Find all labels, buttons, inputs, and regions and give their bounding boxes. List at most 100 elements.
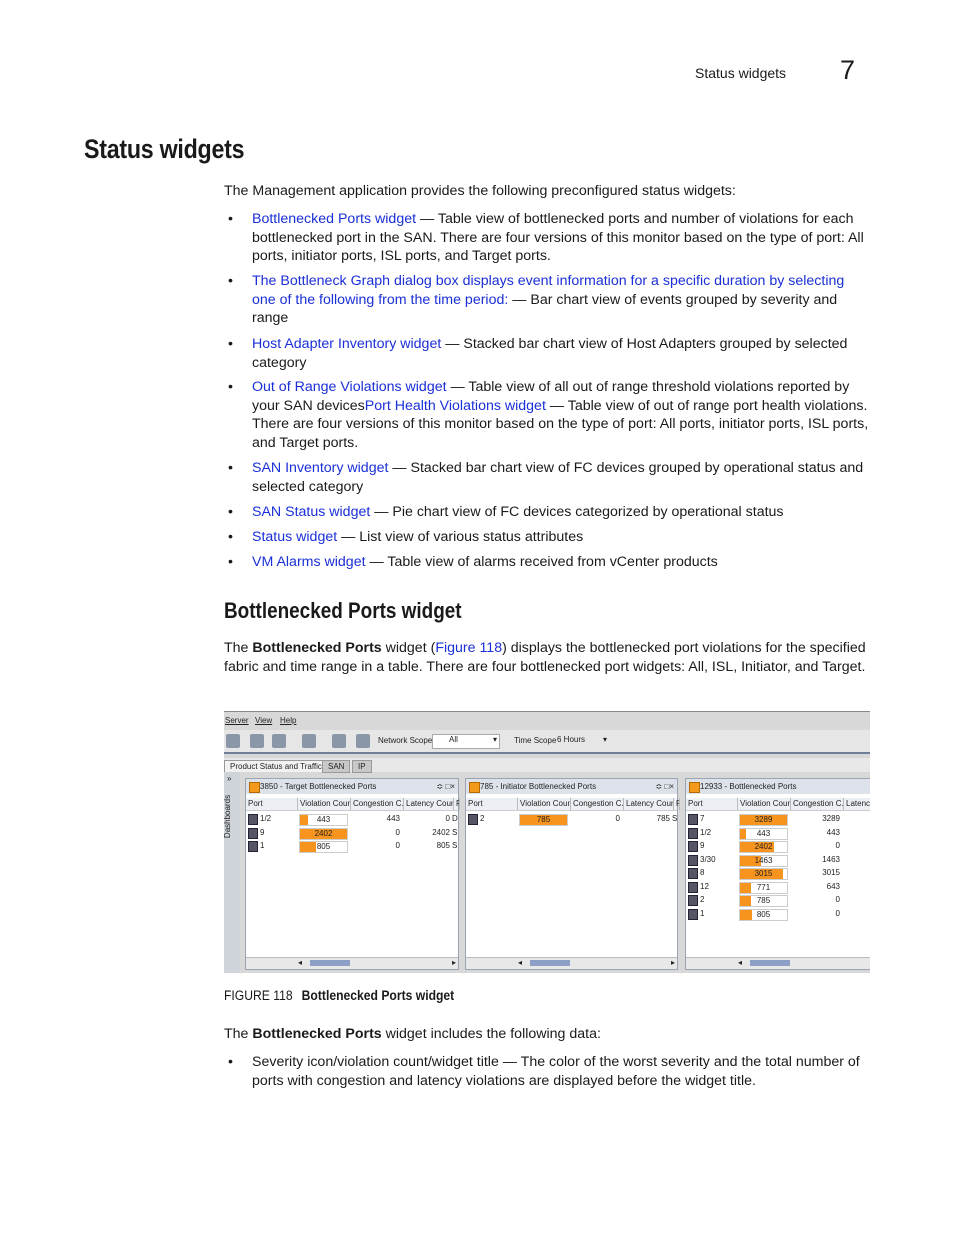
scroll-thumb[interactable] bbox=[530, 960, 570, 966]
port-cell: 1/2 bbox=[260, 814, 272, 823]
column-header[interactable]: Violation Count bbox=[298, 798, 351, 810]
scroll-right-icon[interactable]: ▸ bbox=[671, 958, 675, 967]
violation-bar: 805 bbox=[739, 908, 788, 921]
column-header[interactable]: Port bbox=[686, 798, 738, 810]
tab-1[interactable]: SAN bbox=[322, 760, 351, 773]
widget-link[interactable]: Host Adapter Inventory widget bbox=[252, 336, 441, 352]
table-row[interactable]: 2 785 0 785 S bbox=[466, 813, 677, 826]
violation-bar: 443 bbox=[739, 827, 788, 840]
table-row[interactable]: 2 785 0 bbox=[686, 894, 870, 907]
tab-bar: Product Status and Traffic SAN IP bbox=[224, 758, 870, 773]
latency-cell: 0 bbox=[445, 814, 450, 823]
tools-icon[interactable] bbox=[226, 734, 240, 748]
table-row[interactable]: 1 805 0 bbox=[686, 908, 870, 921]
table-row[interactable]: 8 3015 3015 bbox=[686, 867, 870, 880]
congestion-cell: 3015 bbox=[822, 868, 840, 877]
column-header[interactable]: Congestion C... bbox=[351, 798, 404, 810]
severity-icon bbox=[469, 782, 480, 793]
table-row[interactable]: 1/2 443 443 0 D bbox=[246, 813, 458, 826]
port-icon bbox=[688, 827, 698, 839]
widget-link[interactable]: Port Health Violations widget bbox=[365, 398, 546, 414]
column-header[interactable]: Latency C bbox=[844, 798, 870, 810]
port-cell: 3/30 bbox=[700, 854, 716, 864]
time-scope-select[interactable]: 6 Hours ▾ bbox=[556, 734, 610, 749]
copy-icon[interactable] bbox=[332, 734, 346, 748]
scroll-right-icon[interactable]: ▸ bbox=[452, 958, 456, 967]
widget-link[interactable]: Bottlenecked Ports widget bbox=[252, 211, 416, 227]
collapse-icon[interactable]: ≎ bbox=[656, 782, 663, 791]
horizontal-scrollbar[interactable]: ◂ ▸ bbox=[246, 957, 458, 969]
column-header[interactable]: Violation Count bbox=[738, 798, 791, 810]
port-cell: 7 bbox=[700, 814, 705, 823]
widget-link[interactable]: SAN Inventory widget bbox=[252, 460, 388, 476]
column-header[interactable]: Port bbox=[246, 798, 298, 810]
congestion-cell: 0 bbox=[835, 908, 840, 918]
widget-bullet: The Bottleneck Graph dialog box displays… bbox=[228, 272, 870, 328]
page-title: Status widgets bbox=[84, 134, 245, 164]
tab-0[interactable]: Product Status and Traffic bbox=[224, 760, 328, 772]
scroll-left-icon[interactable]: ◂ bbox=[738, 958, 742, 967]
users-icon[interactable] bbox=[250, 734, 264, 748]
p-cell: D bbox=[452, 814, 458, 823]
print-icon[interactable] bbox=[302, 734, 316, 748]
p-cell: S bbox=[452, 827, 458, 837]
table-row[interactable]: 1 805 0 805 S bbox=[246, 840, 458, 853]
widget-bullet: SAN Status widget — Pie chart view of FC… bbox=[228, 503, 870, 522]
widget-link[interactable]: VM Alarms widget bbox=[252, 554, 366, 570]
table-row[interactable]: 9 2402 0 bbox=[686, 840, 870, 853]
widget-bullet: Out of Range Violations widget — Table v… bbox=[228, 378, 870, 453]
column-header[interactable]: Latency Count bbox=[624, 798, 674, 810]
column-header[interactable]: Latency Count bbox=[404, 798, 454, 810]
scroll-thumb[interactable] bbox=[310, 960, 350, 966]
menu-help[interactable]: Help bbox=[280, 716, 296, 725]
dashboards-sidebar[interactable]: » Dashboards bbox=[224, 772, 240, 973]
congestion-cell: 1463 bbox=[822, 854, 840, 864]
column-header[interactable]: Port bbox=[466, 798, 518, 810]
toolbar: Network Scope All ▾ Time Scope 6 Hours ▾ bbox=[224, 730, 870, 754]
table-row[interactable]: 12 771 643 bbox=[686, 881, 870, 894]
widget-controls: ≎ □× bbox=[656, 779, 674, 794]
column-header[interactable]: Congestion C... bbox=[791, 798, 844, 810]
menu-server[interactable]: Server bbox=[225, 716, 249, 725]
running-header-section: Status widgets bbox=[695, 65, 787, 81]
column-header[interactable]: Congestion C... bbox=[571, 798, 624, 810]
scroll-left-icon[interactable]: ◂ bbox=[518, 958, 522, 967]
port-icon bbox=[248, 814, 258, 825]
widget-controls: ≎ □× bbox=[437, 779, 455, 794]
horizontal-scrollbar[interactable]: ◂ bbox=[686, 957, 870, 969]
chevron-down-icon: ▾ bbox=[602, 735, 607, 744]
collapse-icon[interactable]: ≎ bbox=[437, 782, 444, 791]
scroll-left-icon[interactable]: ◂ bbox=[298, 958, 302, 967]
running-header-chapter: 7 bbox=[840, 55, 856, 85]
horizontal-scrollbar[interactable]: ◂ ▸ bbox=[466, 957, 677, 969]
column-header[interactable]: P bbox=[454, 798, 460, 810]
network-scope-select[interactable]: All ▾ bbox=[432, 734, 500, 749]
sidebar-label: Dashboards bbox=[224, 794, 233, 839]
tab-2[interactable]: IP bbox=[352, 760, 372, 773]
violation-bar: 771 bbox=[739, 881, 788, 894]
widget-link[interactable]: Out of Range Violations widget bbox=[252, 379, 447, 395]
congestion-cell: 0 bbox=[395, 841, 400, 850]
figure-link[interactable]: Figure 118 bbox=[435, 640, 502, 656]
scroll-thumb[interactable] bbox=[750, 960, 790, 966]
table-row[interactable]: 9 2402 0 2402 S bbox=[246, 827, 458, 840]
scope-icon[interactable] bbox=[356, 734, 370, 748]
table-row[interactable]: 7 3289 3289 bbox=[686, 813, 870, 826]
widget-link[interactable]: SAN Status widget bbox=[252, 504, 370, 520]
widget-bullet: Host Adapter Inventory widget — Stacked … bbox=[228, 335, 870, 372]
close-icon[interactable]: × bbox=[450, 782, 455, 791]
menu-view[interactable]: View bbox=[255, 716, 272, 725]
widget-link[interactable]: Status widget bbox=[252, 529, 337, 545]
port-icon bbox=[688, 895, 698, 906]
table-row[interactable]: 1/2 443 443 bbox=[686, 827, 870, 840]
port-icon bbox=[688, 881, 698, 893]
widget-title-bar: 785 - Initiator Bottlenecked Ports ≎ □× bbox=[466, 779, 677, 794]
column-header[interactable]: Violation Count bbox=[518, 798, 571, 810]
table-row[interactable]: 3/30 1463 1463 bbox=[686, 854, 870, 867]
expand-icon[interactable]: » bbox=[227, 774, 231, 783]
port-cell: 8 bbox=[700, 868, 705, 877]
export-icon[interactable] bbox=[272, 734, 286, 748]
column-header[interactable]: P bbox=[674, 798, 680, 810]
close-icon[interactable]: × bbox=[669, 782, 674, 791]
widget-bullet: VM Alarms widget — Table view of alarms … bbox=[228, 553, 870, 572]
